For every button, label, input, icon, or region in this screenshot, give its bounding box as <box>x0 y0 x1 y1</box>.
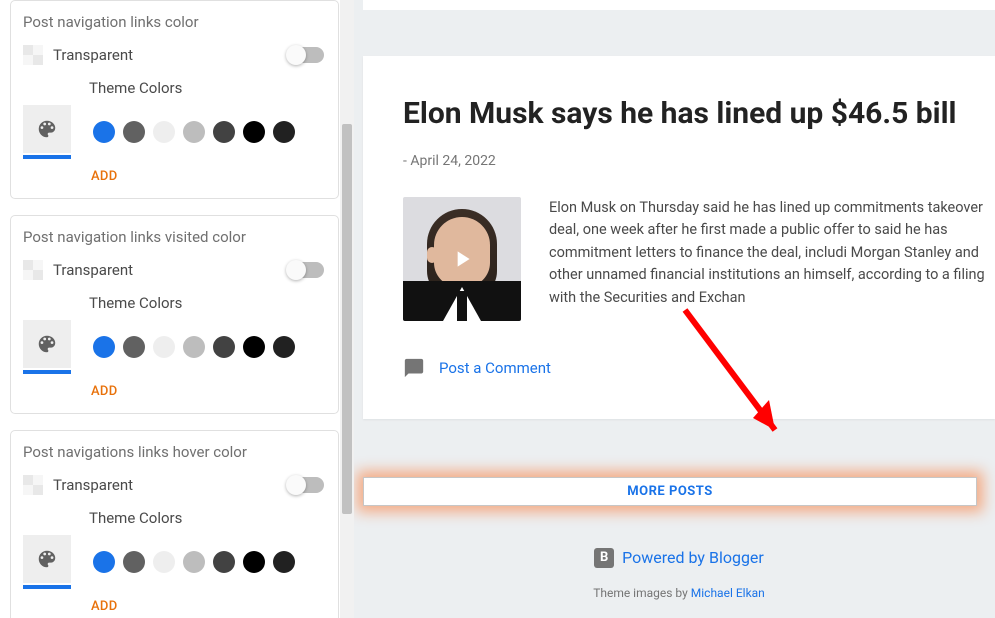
post-thumbnail[interactable] <box>403 197 521 321</box>
powered-by-blogger-link[interactable]: B Powered by Blogger <box>594 548 764 568</box>
selection-indicator <box>23 370 71 374</box>
blog-preview-pane: Elon Musk says he has lined up $46.5 bil… <box>345 0 995 618</box>
color-swatch[interactable] <box>123 551 145 573</box>
color-panel-nav-links: Post navigation links color Transparent … <box>10 0 339 199</box>
color-swatch[interactable] <box>243 336 265 358</box>
more-posts-button[interactable]: MORE POSTS <box>363 477 977 506</box>
color-swatch[interactable] <box>183 121 205 143</box>
theme-swatches <box>93 336 295 358</box>
color-swatch[interactable] <box>153 121 175 143</box>
palette-icon <box>36 333 58 355</box>
blogger-badge-icon: B <box>594 548 614 568</box>
theme-swatches <box>93 121 295 143</box>
theme-colors-label: Theme Colors <box>89 294 324 312</box>
transparent-label: Transparent <box>53 476 133 494</box>
add-color-button[interactable]: ADD <box>91 384 324 399</box>
theme-colors-label: Theme Colors <box>89 79 324 97</box>
color-swatch[interactable] <box>93 336 115 358</box>
blog-post-card: Elon Musk says he has lined up $46.5 bil… <box>363 56 995 419</box>
panel-title: Post navigation links color <box>23 13 324 31</box>
color-picker-button[interactable] <box>23 320 71 368</box>
date-value[interactable]: April 24, 2022 <box>410 153 495 169</box>
theme-author-link[interactable]: Michael Elkan <box>691 586 765 600</box>
color-panel-nav-hover: Post navigations links hover color Trans… <box>10 430 339 618</box>
color-swatch[interactable] <box>153 336 175 358</box>
color-swatch[interactable] <box>213 121 235 143</box>
color-swatch[interactable] <box>93 121 115 143</box>
add-color-button[interactable]: ADD <box>91 599 324 614</box>
palette-icon <box>36 118 58 140</box>
theme-credit-prefix: Theme images by <box>593 586 691 600</box>
color-swatch[interactable] <box>273 551 295 573</box>
panel-title: Post navigations links hover color <box>23 443 324 461</box>
transparent-toggle[interactable] <box>288 262 324 278</box>
theme-sidebar[interactable]: Post navigation links color Transparent … <box>0 0 345 618</box>
color-picker-button[interactable] <box>23 105 71 153</box>
color-swatch[interactable] <box>273 121 295 143</box>
transparent-toggle[interactable] <box>288 47 324 63</box>
add-color-button[interactable]: ADD <box>91 169 324 184</box>
color-swatch[interactable] <box>243 121 265 143</box>
palette-icon <box>36 548 58 570</box>
theme-credit: Theme images by Michael Elkan <box>363 586 995 600</box>
blogger-link-text: Powered by Blogger <box>622 548 764 567</box>
color-swatch[interactable] <box>243 551 265 573</box>
sidebar-scrollbar-thumb[interactable] <box>342 124 352 514</box>
color-picker-button[interactable] <box>23 535 71 583</box>
color-swatch[interactable] <box>213 551 235 573</box>
play-icon <box>449 246 475 272</box>
theme-swatches <box>93 551 295 573</box>
transparency-swatch-icon <box>23 260 43 280</box>
transparent-label: Transparent <box>53 261 133 279</box>
theme-colors-label: Theme Colors <box>89 509 324 527</box>
color-swatch[interactable] <box>183 551 205 573</box>
selection-indicator <box>23 585 71 589</box>
color-swatch[interactable] <box>153 551 175 573</box>
color-panel-nav-visited: Post navigation links visited color Tran… <box>10 215 339 414</box>
comment-icon <box>403 357 425 379</box>
color-swatch[interactable] <box>93 551 115 573</box>
color-swatch[interactable] <box>273 336 295 358</box>
post-comment-link[interactable]: Post a Comment <box>439 359 551 377</box>
panel-title: Post navigation links visited color <box>23 228 324 246</box>
color-swatch[interactable] <box>123 336 145 358</box>
color-swatch[interactable] <box>183 336 205 358</box>
color-swatch[interactable] <box>123 121 145 143</box>
color-swatch[interactable] <box>213 336 235 358</box>
post-excerpt: Elon Musk on Thursday said he has lined … <box>549 197 995 321</box>
selection-indicator <box>23 155 71 159</box>
prev-article-sliver <box>363 0 995 10</box>
transparent-toggle[interactable] <box>288 477 324 493</box>
transparency-swatch-icon <box>23 45 43 65</box>
transparency-swatch-icon <box>23 475 43 495</box>
post-date: - April 24, 2022 <box>403 153 995 169</box>
transparent-label: Transparent <box>53 46 133 64</box>
post-title[interactable]: Elon Musk says he has lined up $46.5 bil… <box>403 96 995 131</box>
